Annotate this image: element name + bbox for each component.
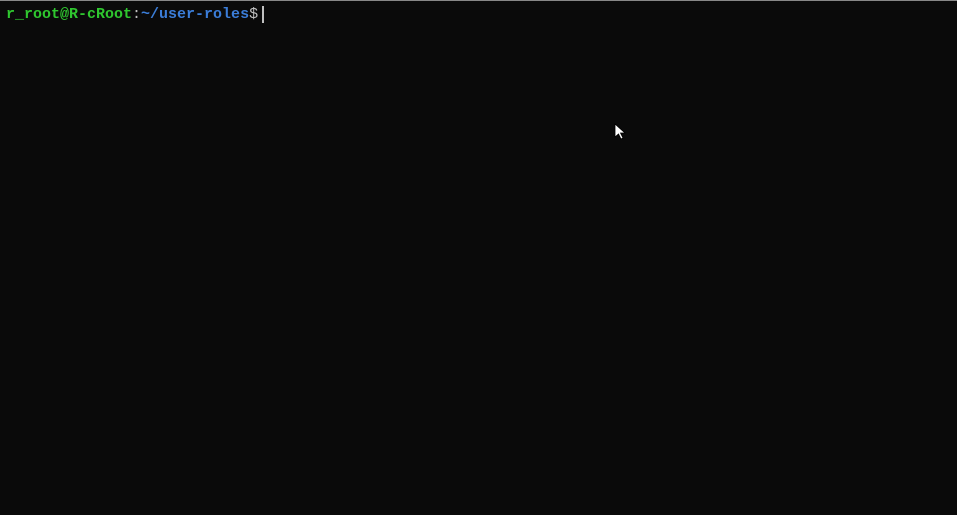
mouse-cursor-icon xyxy=(614,123,628,146)
prompt-path: ~/user-roles xyxy=(141,5,249,25)
prompt-separator: : xyxy=(132,5,141,25)
text-cursor xyxy=(262,6,264,23)
prompt-symbol: $ xyxy=(249,5,258,25)
prompt-user-host: r_root@R-cRoot xyxy=(6,5,132,25)
prompt-line: r_root@R-cRoot:~/user-roles$ xyxy=(6,5,951,25)
terminal-window[interactable]: r_root@R-cRoot:~/user-roles$ xyxy=(0,1,957,515)
